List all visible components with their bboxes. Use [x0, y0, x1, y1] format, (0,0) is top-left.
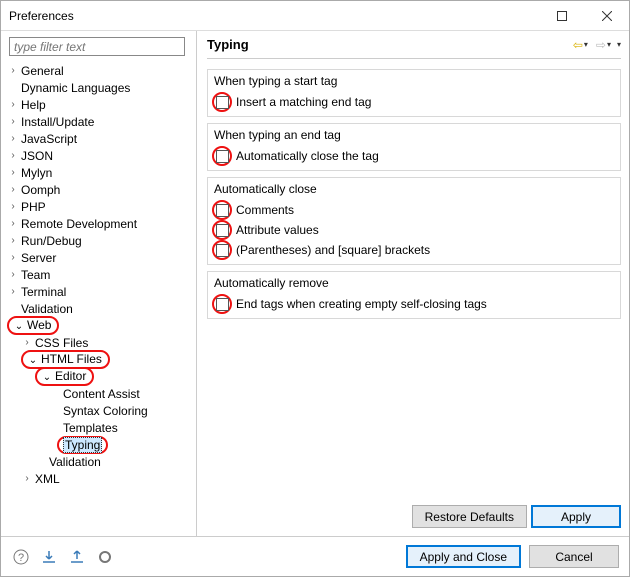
tree-item-syntax[interactable]: Syntax Coloring — [7, 402, 192, 419]
maximize-button[interactable] — [539, 1, 584, 30]
option-label: Comments — [236, 203, 294, 217]
tree-item-php[interactable]: ›PHP — [7, 198, 192, 215]
option-close-attrs[interactable]: Attribute values — [212, 220, 616, 240]
filter-input[interactable] — [9, 37, 185, 56]
dropdown-icon: ▾ — [584, 40, 588, 49]
tree-item-json[interactable]: ›JSON — [7, 147, 192, 164]
import-icon — [41, 549, 57, 565]
checkbox-icon — [216, 224, 229, 237]
preferences-window: Preferences ›General Dynamic Languages ›… — [0, 0, 630, 577]
group-auto-remove: Automatically remove End tags when creat… — [207, 271, 621, 319]
sidebar: ›General Dynamic Languages ›Help ›Instal… — [1, 31, 197, 536]
apply-close-button[interactable]: Apply and Close — [406, 545, 521, 568]
option-auto-close-tag[interactable]: Automatically close the tag — [212, 146, 616, 166]
checkbox-icon — [216, 96, 229, 109]
tree-item-general[interactable]: ›General — [7, 62, 192, 79]
checkbox-icon — [216, 204, 229, 217]
cancel-button[interactable]: Cancel — [529, 545, 619, 568]
tree-item-javascript[interactable]: ›JavaScript — [7, 130, 192, 147]
tree-item-terminal[interactable]: ›Terminal — [7, 283, 192, 300]
option-label: End tags when creating empty self-closin… — [236, 297, 487, 311]
tree-item-templates[interactable]: Templates — [7, 419, 192, 436]
tree-item-server[interactable]: ›Server — [7, 249, 192, 266]
option-close-comments[interactable]: Comments — [212, 200, 616, 220]
group-title: Automatically close — [214, 182, 616, 196]
checkbox-icon — [216, 244, 229, 257]
tree-item-typing[interactable]: Typing — [7, 436, 192, 453]
help-icon: ? — [13, 549, 29, 565]
tree-item-remote[interactable]: ›Remote Development — [7, 215, 192, 232]
checkbox-icon — [216, 298, 229, 311]
main-panel: Typing ⇦▾ ⇨▾ ▾ When typing a start tag I… — [197, 31, 629, 536]
tree-item-rundebug[interactable]: ›Run/Debug — [7, 232, 192, 249]
export-icon — [69, 549, 85, 565]
arrow-left-icon: ⇦ — [573, 38, 583, 52]
arrow-right-icon: ⇨ — [596, 38, 606, 52]
tree-item-validation[interactable]: Validation — [7, 300, 192, 317]
option-label: (Parentheses) and [square] brackets — [236, 243, 430, 257]
tree-item-install[interactable]: ›Install/Update — [7, 113, 192, 130]
tree-item-contentassist[interactable]: Content Assist — [7, 385, 192, 402]
tree-item-cssfiles[interactable]: ›CSS Files — [7, 334, 192, 351]
page-title: Typing — [207, 37, 249, 52]
nav-forward-button[interactable]: ⇨▾ — [594, 36, 613, 54]
nav-back-button[interactable]: ⇦▾ — [571, 36, 590, 54]
group-title: Automatically remove — [214, 276, 616, 290]
window-title: Preferences — [9, 9, 74, 23]
option-label: Automatically close the tag — [236, 149, 379, 163]
tree-item-oomph[interactable]: ›Oomph — [7, 181, 192, 198]
option-remove-end-tags[interactable]: End tags when creating empty self-closin… — [212, 294, 616, 314]
tree-item-web[interactable]: ⌄Web — [7, 317, 192, 334]
option-insert-end-tag[interactable]: Insert a matching end tag — [212, 92, 616, 112]
tree-item-help[interactable]: ›Help — [7, 96, 192, 113]
close-button[interactable] — [584, 1, 629, 30]
tree-item-xml[interactable]: ›XML — [7, 470, 192, 487]
svg-text:?: ? — [18, 552, 24, 564]
option-close-brackets[interactable]: (Parentheses) and [square] brackets — [212, 240, 616, 260]
export-button[interactable] — [67, 547, 87, 567]
option-label: Attribute values — [236, 223, 319, 237]
dropdown-icon: ▾ — [607, 40, 611, 49]
titlebar: Preferences — [1, 1, 629, 31]
tree-item-editor[interactable]: ⌄Editor — [7, 368, 192, 385]
tree-item-htmlfiles[interactable]: ⌄HTML Files — [7, 351, 192, 368]
restore-defaults-button[interactable]: Restore Defaults — [412, 505, 527, 528]
group-start-tag: When typing a start tag Insert a matchin… — [207, 69, 621, 117]
maximize-icon — [557, 11, 567, 21]
tree-item-mylyn[interactable]: ›Mylyn — [7, 164, 192, 181]
footer: ? Apply and Close Cancel — [1, 536, 629, 576]
menu-dropdown-icon[interactable]: ▾ — [617, 40, 621, 49]
group-title: When typing a start tag — [214, 74, 616, 88]
option-label: Insert a matching end tag — [236, 95, 371, 109]
group-end-tag: When typing an end tag Automatically clo… — [207, 123, 621, 171]
preferences-tree[interactable]: ›General Dynamic Languages ›Help ›Instal… — [7, 62, 196, 536]
close-icon — [602, 11, 612, 21]
apply-button[interactable]: Apply — [531, 505, 621, 528]
oomph-button[interactable] — [95, 547, 115, 567]
tree-item-validation2[interactable]: Validation — [7, 453, 192, 470]
group-title: When typing an end tag — [214, 128, 616, 142]
import-button[interactable] — [39, 547, 59, 567]
tree-item-team[interactable]: ›Team — [7, 266, 192, 283]
help-button[interactable]: ? — [11, 547, 31, 567]
group-auto-close: Automatically close Comments Attribute v… — [207, 177, 621, 265]
checkbox-icon — [216, 150, 229, 163]
tree-item-dynlang[interactable]: Dynamic Languages — [7, 79, 192, 96]
circle-icon — [97, 549, 113, 565]
